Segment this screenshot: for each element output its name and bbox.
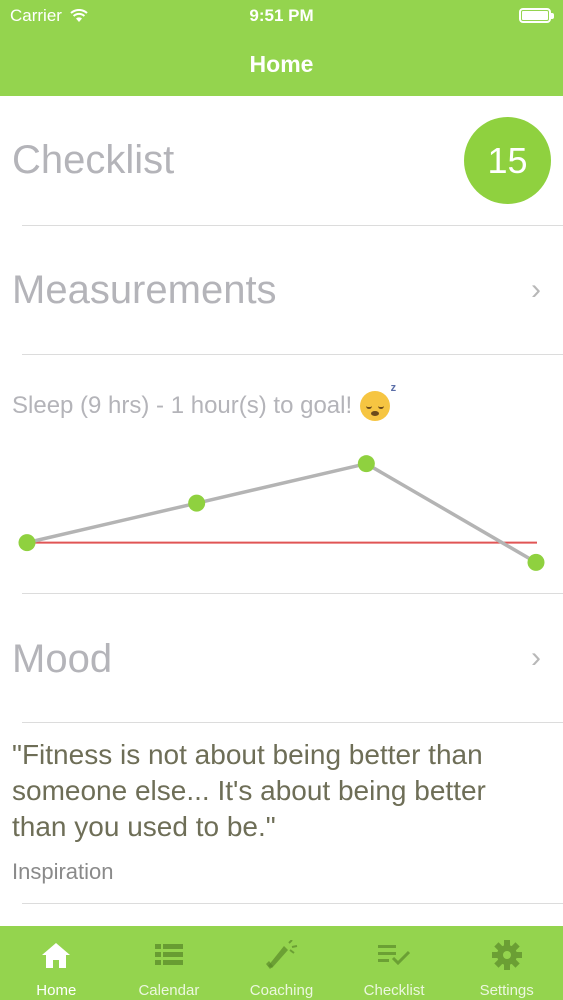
sleep-data-point[interactable] [357,455,375,473]
tab-checklist[interactable]: Checklist [338,926,451,1000]
sleeping-face-icon: z [360,382,396,421]
inspiration-quote: "Fitness is not about being better than … [12,739,486,842]
tab-label: Calendar [138,982,200,999]
divider [22,225,563,226]
tab-label: Home [36,982,77,999]
divider [22,593,563,594]
page-title: Home [249,51,314,77]
divider [22,354,563,355]
megaphone-icon [264,940,298,970]
tab-home[interactable]: Home [0,926,113,1000]
tab-bar: Home Calendar Coaching Checklist Setting… [0,926,563,1000]
checklist-row-title[interactable]: Checklist [12,138,174,183]
status-time: 9:51 PM [249,6,314,25]
chevron-right-icon[interactable]: › [531,641,541,675]
chevron-right-icon[interactable]: › [531,273,541,307]
sleep-data-point[interactable] [527,553,545,571]
tab-label: Settings [479,982,534,999]
tab-coaching[interactable]: Coaching [225,926,338,1000]
navigation-bar: Home [0,30,563,96]
measurements-row-title[interactable]: Measurements [12,268,277,313]
battery-icon [519,8,554,23]
divider [22,903,563,904]
inspiration-source: Inspiration [12,859,114,884]
list-icon [154,940,183,970]
sleep-line-chart[interactable] [0,440,563,590]
sleep-series-line [26,461,537,564]
tab-label: Checklist [363,982,425,999]
status-bar: Carrier 9:51 PM [0,0,563,30]
tab-calendar[interactable]: Calendar [113,926,226,1000]
checklist-icon [378,940,411,970]
sleep-summary[interactable]: Sleep (9 hrs) - 1 hour(s) to goal! z [12,382,396,421]
tab-settings[interactable]: Settings [450,926,563,1000]
divider [22,722,563,723]
gear-icon [491,940,522,970]
mood-row-title[interactable]: Mood [12,637,112,682]
tab-label: Coaching [249,982,314,999]
checklist-count-badge[interactable]: 15 [464,117,551,204]
sleep-label: Sleep (9 hrs) - 1 hour(s) to goal! [12,392,353,419]
home-icon [41,940,71,970]
sleep-data-point[interactable] [188,494,206,512]
sleep-data-point[interactable] [18,534,36,552]
